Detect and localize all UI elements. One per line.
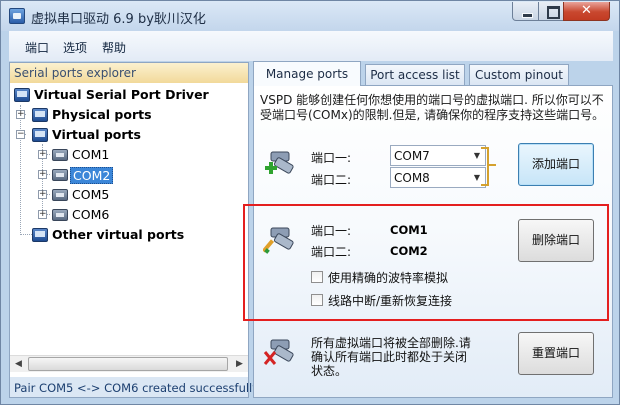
expand-icon[interactable]: + <box>38 210 47 219</box>
status-bar: Pair COM5 <-> COM6 created successfully <box>10 377 259 397</box>
computer-icon <box>32 108 48 122</box>
tree-physical-label: Physical ports <box>52 107 152 122</box>
collapse-icon[interactable]: − <box>16 130 25 139</box>
add-port1-select[interactable]: COM7 ▼ <box>390 145 486 166</box>
tree-port-label: COM1 <box>72 147 110 162</box>
add-port1-value: COM7 <box>394 149 430 163</box>
explorer-header: Serial ports explorer <box>10 63 248 83</box>
add-port2-label: 端口二: <box>311 173 352 187</box>
tree-other-ports[interactable]: Other virtual ports <box>10 225 248 245</box>
serial-port-icon <box>52 149 68 161</box>
tab-manage-ports[interactable]: Manage ports <box>253 61 361 86</box>
add-pair-icon <box>265 151 294 174</box>
computer-icon <box>14 88 30 102</box>
menu-options[interactable]: 选项 <box>63 39 87 56</box>
tree-port-com6[interactable]: + COM6 <box>10 205 248 225</box>
tree-port-com1[interactable]: + COM1 <box>10 145 248 165</box>
computer-icon <box>32 228 48 242</box>
horizontal-scrollbar[interactable]: ◀ ▶ <box>10 355 248 372</box>
add-port2-value: COM8 <box>394 171 430 185</box>
tree-physical-ports[interactable]: + Physical ports <box>10 105 248 125</box>
tab-custom-pinout[interactable]: Custom pinout <box>469 64 569 85</box>
tab-port-access-list[interactable]: Port access list <box>365 64 465 85</box>
pair-bracket <box>481 147 489 186</box>
window-title: 虚拟串口驱动 6.9 by耿川汉化 <box>31 12 206 27</box>
scroll-right-icon[interactable]: ▶ <box>231 356 248 372</box>
close-icon: ✕ <box>581 3 592 18</box>
title-bar[interactable]: 虚拟串口驱动 6.9 by耿川汉化 ✕ <box>1 1 619 31</box>
tree-port-com5[interactable]: + COM5 <box>10 185 248 205</box>
tree-virtual-label: Virtual ports <box>52 127 141 142</box>
tree-port-com2[interactable]: + COM2 <box>10 165 248 185</box>
tree-root[interactable]: Virtual Serial Port Driver <box>10 85 248 105</box>
serial-port-icon <box>52 189 68 201</box>
tree-port-label: COM5 <box>72 187 110 202</box>
delete-pair-icon <box>263 339 294 365</box>
tree-root-label: Virtual Serial Port Driver <box>34 87 209 102</box>
scroll-left-icon[interactable]: ◀ <box>10 356 27 372</box>
ports-explorer: Serial ports explorer Virtual Serial Por… <box>9 62 259 398</box>
add-port2-select[interactable]: COM8 ▼ <box>390 167 486 188</box>
tree-virtual-ports[interactable]: − Virtual ports <box>10 125 248 145</box>
close-button[interactable]: ✕ <box>563 2 610 21</box>
menu-bar: 端口 选项 帮助 <box>9 31 613 61</box>
add-ports-button[interactable]: 添加端口 <box>518 143 594 186</box>
menu-help[interactable]: 帮助 <box>102 39 126 56</box>
scrollbar-thumb[interactable] <box>28 357 228 371</box>
computer-icon <box>32 128 48 142</box>
app-window: 虚拟串口驱动 6.9 by耿川汉化 ✕ 端口 选项 帮助 Serial port… <box>0 0 620 405</box>
highlight-frame <box>243 204 609 321</box>
add-port1-label: 端口一: <box>311 151 352 165</box>
reset-ports-button[interactable]: 重置端口 <box>518 332 594 375</box>
minimize-button[interactable] <box>512 2 539 21</box>
manage-description: VSPD 能够创建任何你想使用的端口号的虚拟端口. 所以你可以不受端口号(COM… <box>260 93 605 122</box>
tree-port-label: COM6 <box>72 207 110 222</box>
tree-port-label-selected: COM2 <box>70 167 114 184</box>
tree-other-label: Other virtual ports <box>52 227 185 242</box>
ports-tree: Virtual Serial Port Driver + Physical po… <box>10 85 248 355</box>
menu-port[interactable]: 端口 <box>25 39 49 56</box>
serial-port-icon <box>52 209 68 221</box>
serial-port-icon <box>52 169 68 181</box>
reset-description: 所有虚拟端口将被全部删除.请确认所有端口此时都处于关闭状态。 <box>311 336 471 378</box>
maximize-button[interactable] <box>538 2 564 21</box>
expand-icon[interactable]: + <box>38 170 47 179</box>
expand-icon[interactable]: + <box>38 190 47 199</box>
pair-bracket-tick <box>489 164 496 166</box>
expand-icon[interactable]: + <box>38 150 47 159</box>
app-icon <box>9 8 25 24</box>
expand-icon[interactable]: + <box>16 110 25 119</box>
